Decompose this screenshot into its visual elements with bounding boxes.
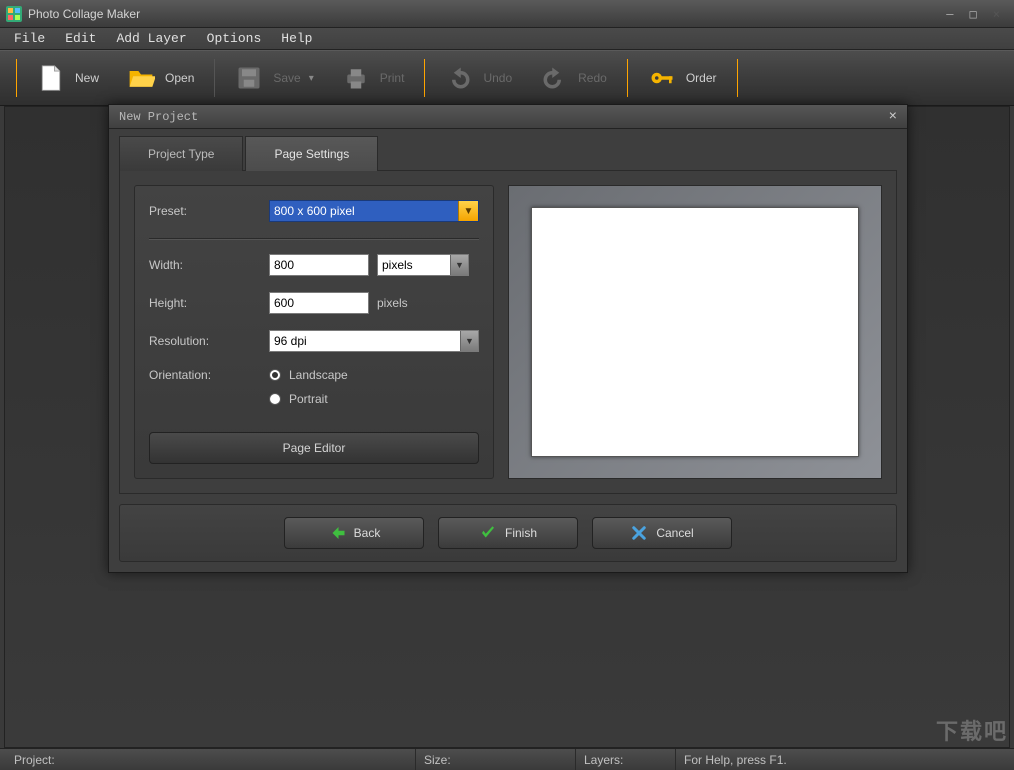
menu-add-layer[interactable]: Add Layer bbox=[106, 29, 196, 48]
width-label: Width: bbox=[149, 258, 269, 272]
print-button[interactable]: Print bbox=[328, 51, 419, 105]
app-title: Photo Collage Maker bbox=[28, 7, 140, 21]
resolution-combo[interactable]: 96 dpi ▼ bbox=[269, 330, 479, 352]
tab-project-type[interactable]: Project Type bbox=[119, 136, 243, 171]
radio-dot-icon bbox=[269, 393, 281, 405]
dropdown-arrow-icon: ▼ bbox=[460, 331, 478, 351]
cancel-button[interactable]: Cancel bbox=[592, 517, 732, 549]
menu-file[interactable]: File bbox=[4, 29, 55, 48]
menu-edit[interactable]: Edit bbox=[55, 29, 106, 48]
page-editor-button[interactable]: Page Editor bbox=[149, 432, 479, 464]
width-input[interactable] bbox=[269, 254, 369, 276]
minimize-button[interactable]: — bbox=[938, 7, 961, 21]
status-size: Size: bbox=[416, 749, 576, 770]
key-icon bbox=[648, 64, 676, 92]
maximize-button[interactable]: □ bbox=[962, 7, 985, 21]
order-button[interactable]: Order bbox=[634, 51, 731, 105]
resolution-label: Resolution: bbox=[149, 334, 269, 348]
redo-icon bbox=[540, 64, 568, 92]
finish-button[interactable]: Finish bbox=[438, 517, 578, 549]
new-file-icon bbox=[37, 64, 65, 92]
save-button[interactable]: Save ▾ bbox=[221, 51, 327, 105]
new-project-dialog: New Project × Project Type Page Settings… bbox=[108, 104, 908, 573]
preset-combo[interactable]: 800 x 600 pixel ▼ bbox=[269, 200, 479, 222]
app-icon bbox=[6, 6, 22, 22]
status-help: For Help, press F1. bbox=[676, 749, 1008, 770]
height-input[interactable] bbox=[269, 292, 369, 314]
dialog-button-bar: Back Finish Cancel bbox=[119, 504, 897, 562]
orientation-portrait-radio[interactable]: Portrait bbox=[269, 392, 348, 406]
height-unit-label: pixels bbox=[377, 296, 469, 310]
page-preview bbox=[508, 185, 882, 479]
preview-page-canvas bbox=[531, 207, 859, 457]
height-label: Height: bbox=[149, 296, 269, 310]
undo-icon bbox=[445, 64, 473, 92]
status-layers: Layers: bbox=[576, 749, 676, 770]
dialog-close-button[interactable]: × bbox=[889, 109, 897, 125]
menu-bar: File Edit Add Layer Options Help bbox=[0, 28, 1014, 50]
dialog-tabs: Project Type Page Settings bbox=[109, 129, 907, 170]
title-bar: Photo Collage Maker — □ × bbox=[0, 0, 1014, 28]
status-bar: Project: Size: Layers: For Help, press F… bbox=[0, 748, 1014, 770]
tab-page-settings[interactable]: Page Settings bbox=[245, 136, 378, 171]
close-button[interactable]: × bbox=[985, 7, 1008, 21]
back-arrow-icon bbox=[328, 524, 346, 542]
orientation-label: Orientation: bbox=[149, 368, 269, 382]
cancel-x-icon bbox=[630, 524, 648, 542]
folder-open-icon bbox=[127, 64, 155, 92]
print-icon bbox=[342, 64, 370, 92]
open-button[interactable]: Open bbox=[113, 51, 208, 105]
check-icon bbox=[479, 524, 497, 542]
dropdown-arrow-icon: ▼ bbox=[450, 255, 468, 275]
page-settings-panel: Preset: 800 x 600 pixel ▼ Width: pixels … bbox=[134, 185, 494, 479]
dialog-title-bar: New Project × bbox=[109, 105, 907, 129]
menu-options[interactable]: Options bbox=[197, 29, 272, 48]
toolbar: New Open Save ▾ Print Undo Redo Order bbox=[0, 50, 1014, 106]
status-project: Project: bbox=[6, 749, 416, 770]
back-button[interactable]: Back bbox=[284, 517, 424, 549]
new-button[interactable]: New bbox=[23, 51, 113, 105]
redo-button[interactable]: Redo bbox=[526, 51, 621, 105]
save-dropdown-icon[interactable]: ▾ bbox=[309, 73, 314, 84]
width-unit-combo[interactable]: pixels ▼ bbox=[377, 254, 469, 276]
radio-dot-icon bbox=[269, 369, 281, 381]
menu-help[interactable]: Help bbox=[271, 29, 322, 48]
dropdown-arrow-icon: ▼ bbox=[458, 201, 478, 221]
save-icon bbox=[235, 64, 263, 92]
preset-label: Preset: bbox=[149, 204, 269, 218]
dialog-title: New Project bbox=[119, 110, 198, 124]
orientation-landscape-radio[interactable]: Landscape bbox=[269, 368, 348, 382]
undo-button[interactable]: Undo bbox=[431, 51, 526, 105]
